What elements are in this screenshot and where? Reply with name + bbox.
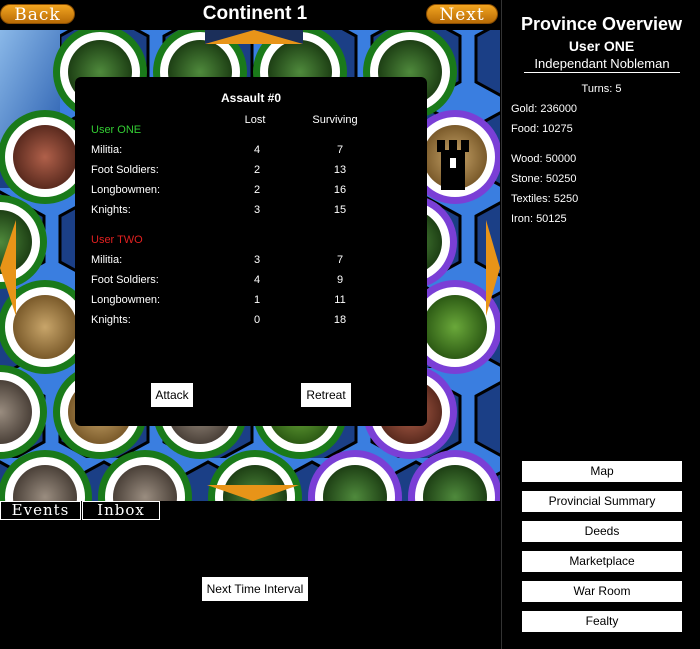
lost-value: 2	[253, 164, 261, 176]
gold-amount: Gold: 236000	[511, 103, 578, 115]
unit-label: Militia:	[91, 254, 123, 266]
tab-events[interactable]: Events	[0, 501, 81, 520]
lost-value: 3	[253, 204, 261, 216]
unit-label: Longbowmen:	[91, 294, 161, 306]
surviving-value: 7	[336, 254, 344, 266]
lost-value: 4	[253, 144, 261, 156]
menu-marketplace-button[interactable]: Marketplace	[522, 551, 682, 572]
wood-amount: Wood: 50000	[511, 153, 577, 165]
menu-provincial-summary-button[interactable]: Provincial Summary	[522, 491, 682, 512]
next-button[interactable]: Next	[426, 4, 498, 25]
iron-amount: Iron: 50125	[511, 213, 567, 225]
unit-label: Knights:	[91, 314, 131, 326]
attack-button[interactable]: Attack	[151, 383, 193, 407]
unit-label: Foot Soldiers:	[91, 164, 159, 176]
menu-deeds-button[interactable]: Deeds	[522, 521, 682, 542]
castle-tower-icon[interactable]	[437, 140, 469, 190]
unit-label: Militia:	[91, 144, 123, 156]
surviving-value: 7	[336, 144, 344, 156]
surviving-value: 18	[333, 314, 347, 326]
column-header-lost: Lost	[244, 114, 266, 126]
stone-amount: Stone: 50250	[511, 173, 577, 185]
lost-value: 2	[253, 184, 261, 196]
province-user-name: User ONE	[568, 38, 635, 54]
next-time-interval-button[interactable]: Next Time Interval	[202, 577, 308, 601]
unit-label: Foot Soldiers:	[91, 274, 159, 286]
lost-value: 3	[253, 254, 261, 266]
dialog-title: Assault #0	[220, 91, 282, 105]
menu-map-button[interactable]: Map	[522, 461, 682, 482]
menu-war-room-button[interactable]: War Room	[522, 581, 682, 602]
surviving-value: 16	[333, 184, 347, 196]
lost-value: 0	[253, 314, 261, 326]
food-amount: Food: 10275	[511, 123, 573, 135]
turns-count: Turns: 5	[581, 83, 622, 95]
surviving-value: 11	[334, 294, 346, 306]
surviving-value: 15	[333, 204, 347, 216]
back-button[interactable]: Back	[0, 4, 75, 25]
continent-title: Continent 1	[202, 3, 308, 24]
unit-label: Longbowmen:	[91, 184, 161, 196]
unit-label: Knights:	[91, 204, 131, 216]
textiles-amount: Textiles: 5250	[511, 193, 579, 205]
lost-value: 4	[253, 274, 261, 286]
scroll-left-arrow-icon[interactable]	[0, 220, 16, 316]
side-name-user-one: User ONE	[91, 124, 142, 136]
scroll-right-arrow-icon[interactable]	[486, 220, 500, 316]
tab-inbox[interactable]: Inbox	[82, 501, 160, 520]
assault-dialog: Assault #0 Lost Surviving User ONE Milit…	[75, 77, 427, 426]
surviving-value: 9	[336, 274, 344, 286]
surviving-value: 13	[333, 164, 347, 176]
province-overview-title: Province Overview	[520, 14, 683, 34]
retreat-button[interactable]: Retreat	[301, 383, 351, 407]
lost-value: 1	[253, 294, 261, 306]
scroll-up-arrow-icon[interactable]	[205, 30, 303, 44]
column-header-surviving: Surviving	[312, 114, 358, 126]
scroll-down-arrow-icon[interactable]	[207, 485, 299, 501]
province-rank: Independant Nobleman	[524, 56, 680, 73]
side-name-user-two: User TWO	[91, 234, 143, 246]
menu-fealty-button[interactable]: Fealty	[522, 611, 682, 632]
province-overview-panel: Province Overview User ONE Independant N…	[501, 0, 700, 649]
